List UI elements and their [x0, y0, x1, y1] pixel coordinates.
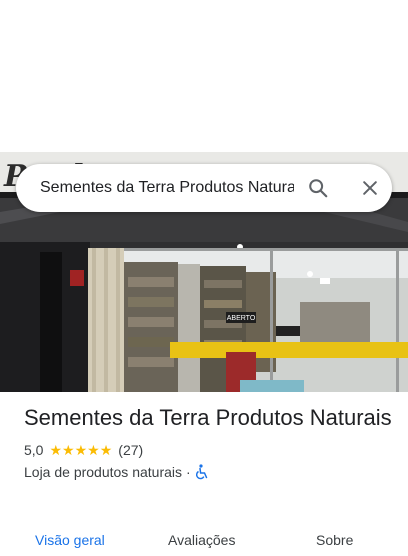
rating-row[interactable]: 5,0 ★ ★ ★ ★ ★ (27)	[24, 440, 394, 460]
star-icon: ★	[87, 442, 100, 458]
door-sign-text: ABERTO	[227, 315, 256, 322]
wheelchair-icon[interactable]	[195, 464, 209, 480]
star-icon: ★	[99, 442, 113, 458]
place-info: Sementes da Terra Produtos Naturais 5,0 …	[24, 404, 394, 482]
star-icon: ★	[74, 442, 88, 458]
map-area-blank	[0, 0, 408, 152]
tab-about[interactable]: Sobre	[316, 532, 353, 548]
place-category: Loja de produtos naturais	[24, 464, 182, 480]
search-button[interactable]	[300, 170, 336, 206]
tab-overview[interactable]: Visão geral	[35, 532, 105, 548]
review-count[interactable]: (27)	[118, 442, 143, 458]
separator-dot: ·	[186, 464, 191, 480]
tab-reviews[interactable]: Avaliações	[168, 532, 235, 548]
star-icon: ★	[49, 442, 63, 458]
rating-value: 5,0	[24, 442, 44, 458]
search-icon	[309, 179, 328, 198]
star-icon: ★	[62, 442, 75, 458]
search-bar[interactable]	[16, 164, 392, 212]
place-title: Sementes da Terra Produtos Naturais	[24, 405, 392, 430]
search-input[interactable]	[40, 179, 294, 197]
category-row: Loja de produtos naturais ·	[24, 462, 394, 482]
place-tabs: Visão geral Avaliações Sobre	[0, 526, 408, 556]
close-icon	[363, 181, 377, 195]
clear-search-button[interactable]	[352, 170, 388, 206]
star-rating: ★ ★ ★ ★ ★	[49, 443, 112, 457]
